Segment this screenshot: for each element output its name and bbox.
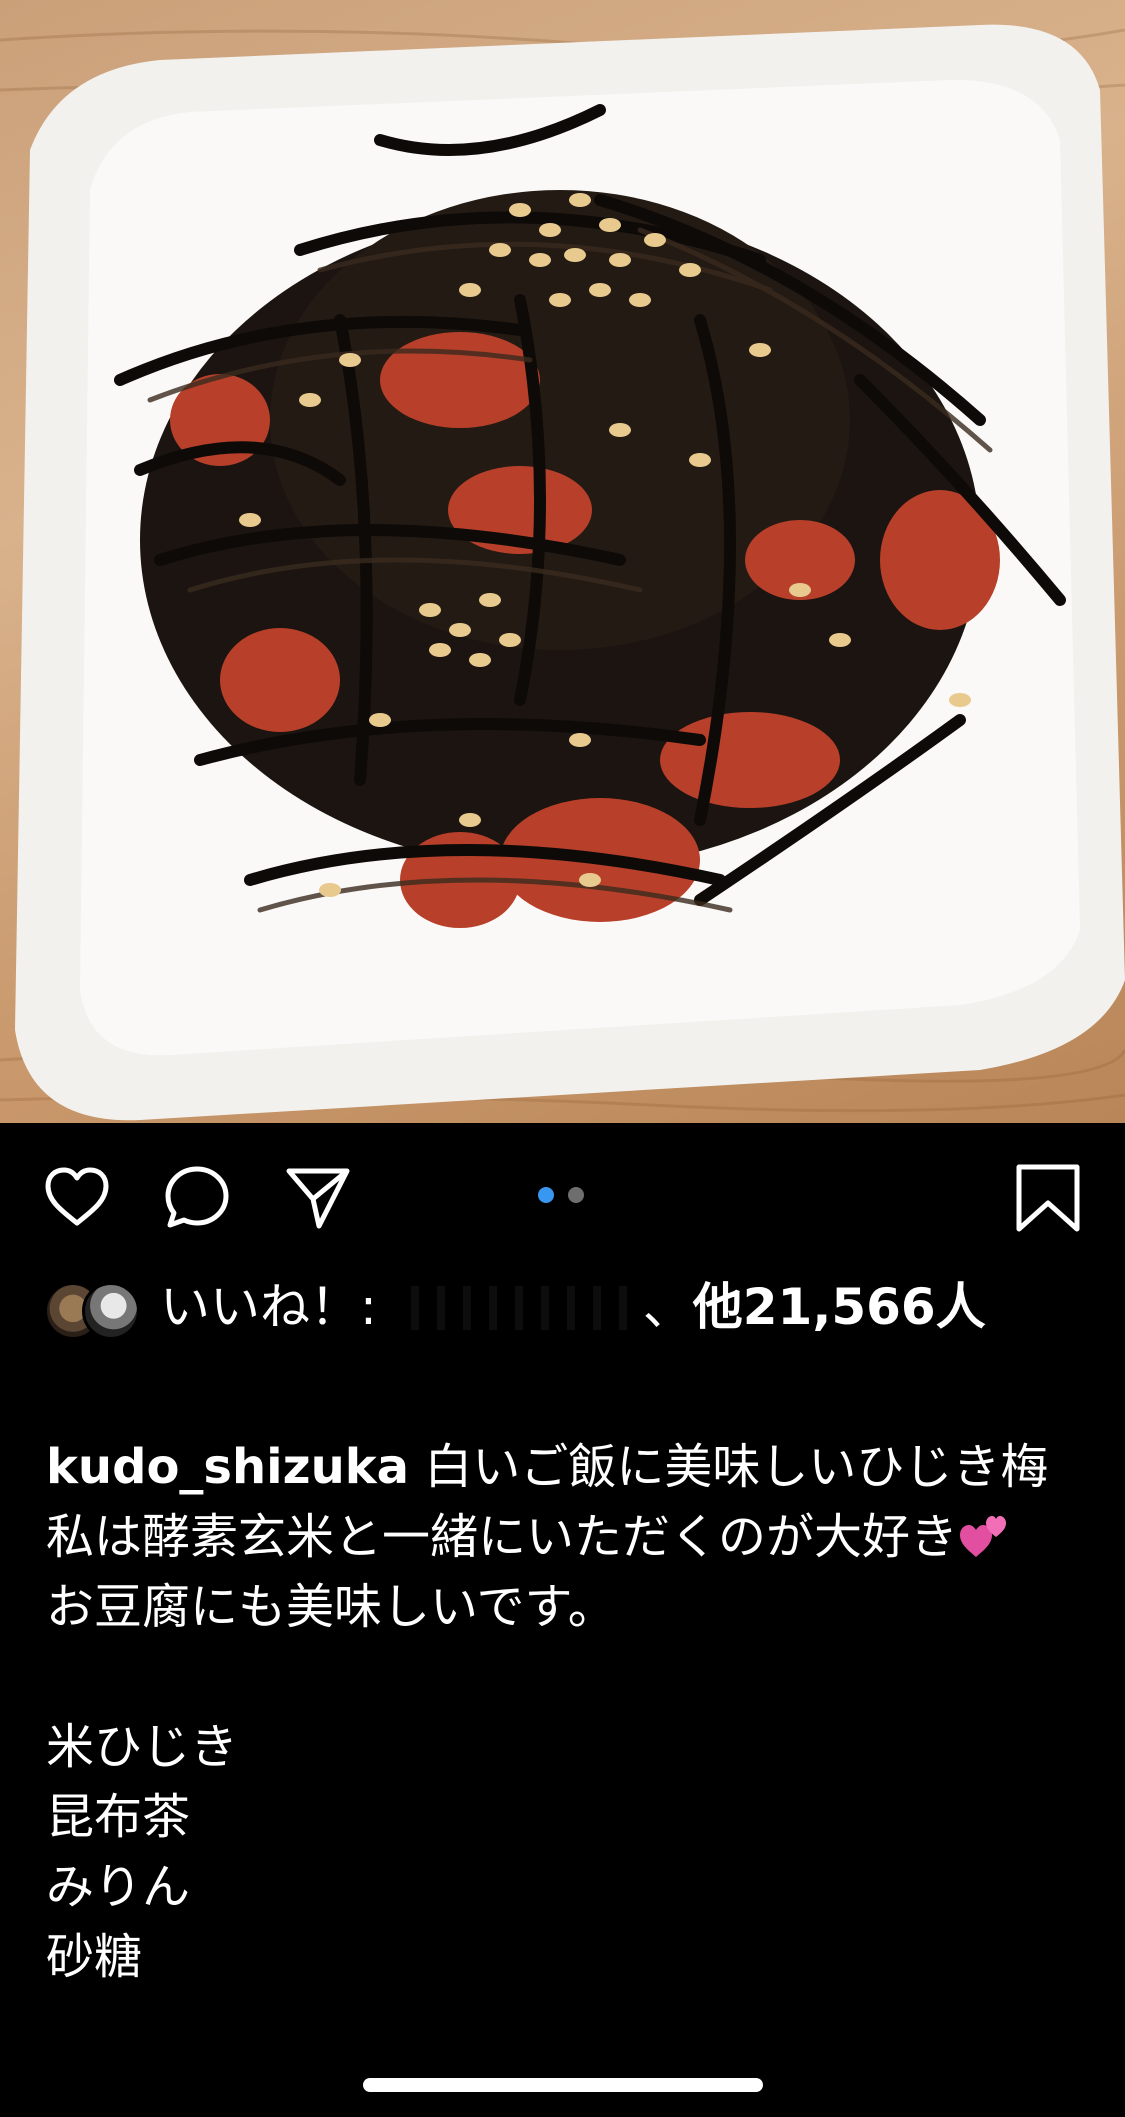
like-button[interactable]	[42, 1163, 112, 1233]
liker-avatars	[44, 1282, 140, 1340]
carousel-dot	[568, 1187, 584, 1203]
bookmark-outline-icon	[1016, 1164, 1080, 1232]
ingredient-line: みりん	[46, 1859, 191, 1915]
likes-count[interactable]: 他21,566人	[693, 1278, 986, 1336]
paper-plane-icon	[286, 1168, 350, 1229]
home-indicator[interactable]	[363, 2078, 763, 2092]
hijiki-ume-dish-image	[0, 24, 1125, 1121]
post-photo[interactable]	[0, 0, 1125, 1123]
caption-line: 白いご飯に美味しいひじき梅	[424, 1439, 1049, 1495]
caption-username[interactable]: kudo_shizuka	[46, 1439, 409, 1495]
ingredient-line: 米ひじき	[46, 1719, 239, 1775]
post-action-bar	[0, 1123, 1125, 1273]
comment-bubble-icon	[165, 1166, 229, 1228]
ingredient-line: 砂糖	[46, 1929, 143, 1985]
ingredient-line: 昆布茶	[46, 1789, 191, 1845]
post-caption: kudo_shizuka 白いご飯に美味しいひじき梅 私は酵素玄米と一緒にいただ…	[46, 1432, 1086, 1992]
caption-line: お豆腐にも美味しいです。	[46, 1579, 616, 1635]
heart-outline-icon	[45, 1167, 109, 1226]
share-button[interactable]	[283, 1163, 353, 1233]
caption-line: 私は酵素玄米と一緒にいただくのが大好き	[46, 1509, 959, 1565]
save-button[interactable]	[1013, 1163, 1083, 1233]
two-hearts-emoji-icon	[958, 1507, 1014, 1563]
redacted-username	[392, 1286, 643, 1330]
avatar	[82, 1282, 140, 1340]
likes-prefix: いいね！:	[160, 1278, 393, 1336]
carousel-dot-active	[538, 1187, 554, 1203]
comment-button[interactable]	[162, 1163, 232, 1233]
likes-suffix: 、	[642, 1278, 693, 1336]
likes-text: いいね！: 、他21,566人	[160, 1272, 1080, 1342]
